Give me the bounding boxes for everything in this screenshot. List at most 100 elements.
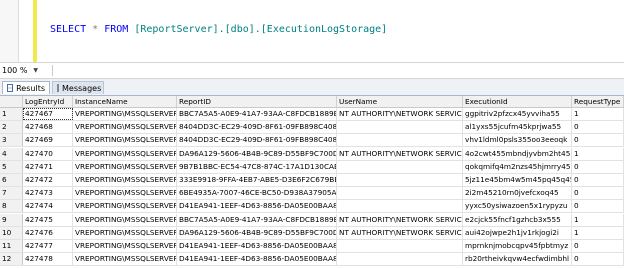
grid-cell-instance-name[interactable]: VREPORTING\MSSQLSERVER — [73, 134, 177, 147]
row-header[interactable]: 8 — [0, 200, 23, 213]
grid-cell-report-id[interactable]: DA96A129-5606-4B4B-9C89-D55BF9C700DA — [177, 147, 337, 160]
grid-cell-user-name[interactable] — [337, 253, 463, 266]
grid-cell-request-type[interactable]: 0 — [572, 240, 624, 252]
grid-cell-report-id[interactable]: BBC7A5A5-A0E9-41A7-93AA-C8FDCB1889E8 — [177, 108, 337, 120]
grid-cell-user-name[interactable]: NT AUTHORITY\NETWORK SERVICE — [337, 108, 463, 120]
grid-cell-request-type[interactable]: 0 — [572, 174, 624, 186]
grid-cell-instance-name[interactable]: VREPORTING\MSSQLSERVER — [73, 253, 177, 266]
grid-cell-instance-name[interactable]: VREPORTING\MSSQLSERVER — [73, 174, 177, 186]
grid-cell-execution-id[interactable]: ggpitriv2pfzcx45yvviha55 — [463, 108, 572, 120]
table-row[interactable]: 10 427476 VREPORTING\MSSQLSERVER DA96A129-5… — [0, 226, 624, 240]
query-editor[interactable]: SELECT * FROM [ReportServer].[dbo].[Exec… — [0, 0, 624, 62]
grid-cell-execution-id[interactable]: rb20rtheivkqvw4ecfwdimbhl — [463, 253, 572, 266]
table-row[interactable]: 5 427471 VREPORTING\MSSQLSERVER 9B7B1BBC-EC… — [0, 160, 624, 174]
grid-cell-report-id[interactable]: D41EA941-1EEF-4D63-8856-DA05E00BAA8C — [177, 253, 337, 266]
grid-cell-request-type[interactable]: 0 — [572, 200, 624, 213]
row-header[interactable]: 6 — [0, 174, 23, 186]
grid-cell-user-name[interactable]: NT AUTHORITY\NETWORK SERVICE — [337, 213, 463, 226]
grid-cell-user-name[interactable] — [337, 174, 463, 186]
grid-cell-instance-name[interactable]: VREPORTING\MSSQLSERVER — [73, 226, 177, 239]
table-row[interactable]: 9 427475 VREPORTING\MSSQLSERVER BBC7A5A5-A0… — [0, 213, 624, 227]
grid-cell-request-type[interactable]: 0 — [572, 253, 624, 266]
grid-cell-execution-id[interactable]: e2cjck55fncf1gzhcb3x555 — [463, 213, 572, 226]
grid-cell-log-entry-id[interactable]: 427470 — [23, 147, 73, 160]
grid-cell-user-name[interactable] — [337, 121, 463, 134]
row-header[interactable]: 12 — [0, 253, 23, 266]
grid-cell-request-type[interactable]: 1 — [572, 108, 624, 120]
grid-cell-execution-id[interactable]: al1yxs55jcufm45kprjwa55 — [463, 121, 572, 134]
grid-cell-user-name[interactable] — [337, 187, 463, 200]
grid-cell-report-id[interactable]: D41EA941-1EEF-4D63-8856-DA05E00BAA8C — [177, 240, 337, 252]
grid-cell-log-entry-id[interactable]: 427467 — [23, 108, 73, 120]
table-row[interactable]: 6 427472 VREPORTING\MSSQLSERVER 333E9918-9F… — [0, 174, 624, 187]
grid-cell-report-id[interactable]: BBC7A5A5-A0E9-41A7-93AA-C8FDCB1889E8 — [177, 213, 337, 226]
grid-cell-log-entry-id[interactable]: 427468 — [23, 121, 73, 134]
row-header[interactable]: 11 — [0, 240, 23, 252]
row-header[interactable]: 2 — [0, 121, 23, 134]
grid-cell-report-id[interactable]: D41EA941-1EEF-4D63-8856-DA05E00BAA8C — [177, 200, 337, 213]
grid-cell-report-id[interactable]: DA96A129-5606-4B4B-9C89-D55BF9C700DA — [177, 226, 337, 239]
grid-cell-user-name[interactable] — [337, 160, 463, 173]
row-header[interactable]: 4 — [0, 147, 23, 160]
grid-cell-instance-name[interactable]: VREPORTING\MSSQLSERVER — [73, 187, 177, 200]
table-row[interactable]: 1 427467 VREPORTING\MSSQLSERVER BBC7A5A5-A0… — [0, 108, 624, 121]
column-header-report-id[interactable]: ReportID — [177, 96, 337, 107]
table-row[interactable]: 2 427468 VREPORTING\MSSQLSERVER 8404DD3C-EC… — [0, 121, 624, 135]
table-row[interactable]: 8 427474 VREPORTING\MSSQLSERVER D41EA941-1E… — [0, 200, 624, 214]
grid-cell-user-name[interactable]: NT AUTHORITY\NETWORK SERVICE — [337, 147, 463, 160]
sql-statement[interactable]: SELECT * FROM [ReportServer].[dbo].[Exec… — [50, 24, 387, 35]
grid-cell-log-entry-id[interactable]: 427475 — [23, 213, 73, 226]
row-header[interactable]: 10 — [0, 226, 23, 239]
grid-cell-instance-name[interactable]: VREPORTING\MSSQLSERVER — [73, 121, 177, 134]
grid-cell-request-type[interactable]: 0 — [572, 187, 624, 200]
grid-cell-execution-id[interactable]: 4o2cwt455mbndjyvbm2ht45 — [463, 147, 572, 160]
grid-cell-execution-id[interactable]: aui42ojwpe2h1jv1rkjogi2i — [463, 226, 572, 239]
zoom-dropdown[interactable]: 100 % ▼ — [2, 65, 38, 75]
column-header-instance-name[interactable]: InstanceName — [73, 96, 177, 107]
grid-cell-log-entry-id[interactable]: 427474 — [23, 200, 73, 213]
grid-cell-instance-name[interactable]: VREPORTING\MSSQLSERVER — [73, 213, 177, 226]
table-row[interactable]: 3 427469 VREPORTING\MSSQLSERVER 8404DD3C-EC… — [0, 134, 624, 148]
grid-cell-user-name[interactable]: NT AUTHORITY\NETWORK SERVICE — [337, 226, 463, 239]
row-header[interactable]: 3 — [0, 134, 23, 147]
tab-messages[interactable]: Messages — [52, 81, 104, 94]
column-header-user-name[interactable]: UserName — [337, 96, 463, 107]
grid-cell-log-entry-id[interactable]: 427473 — [23, 187, 73, 200]
grid-cell-log-entry-id[interactable]: 427472 — [23, 174, 73, 186]
row-header[interactable]: 5 — [0, 160, 23, 173]
column-header-log-entry-id[interactable]: LogEntryId — [23, 96, 73, 107]
grid-cell-execution-id[interactable]: qokqmifq4m2nzs45hjmrry45 — [463, 160, 572, 173]
grid-cell-user-name[interactable] — [337, 200, 463, 213]
grid-cell-execution-id[interactable]: 5jz11e45bm4w5m45pq45q45 — [463, 174, 572, 186]
grid-cell-execution-id[interactable]: 2i2m45210rn0jvefcxoq45 — [463, 187, 572, 200]
grid-cell-instance-name[interactable]: VREPORTING\MSSQLSERVER — [73, 200, 177, 213]
grid-cell-log-entry-id[interactable]: 427476 — [23, 226, 73, 239]
grid-cell-log-entry-id[interactable]: 427477 — [23, 240, 73, 252]
column-header-execution-id[interactable]: ExecutionId — [463, 96, 572, 107]
grid-cell-log-entry-id[interactable]: 427471 — [23, 160, 73, 173]
grid-cell-request-type[interactable]: 0 — [572, 121, 624, 134]
tab-results[interactable]: Results — [2, 81, 50, 94]
table-row[interactable]: 7 427473 VREPORTING\MSSQLSERVER 6BE4935A-70… — [0, 187, 624, 201]
column-header-row-number[interactable] — [0, 96, 23, 107]
row-header[interactable]: 1 — [0, 108, 23, 120]
grid-cell-user-name[interactable] — [337, 134, 463, 147]
grid-cell-request-type[interactable]: 0 — [572, 160, 624, 173]
grid-cell-report-id[interactable]: 9B7B1BBC-EC54-47C8-874C-17A1D130CAB4 — [177, 160, 337, 173]
grid-cell-execution-id[interactable]: mprnknjmobcqpv45fpbtmyz — [463, 240, 572, 252]
grid-cell-execution-id[interactable]: yyxc50ysiwazoen5x1rypyzu — [463, 200, 572, 213]
grid-cell-instance-name[interactable]: VREPORTING\MSSQLSERVER — [73, 160, 177, 173]
grid-cell-request-type[interactable]: 1 — [572, 147, 624, 160]
table-row[interactable]: 12 427478 VREPORTING\MSSQLSERVER D41EA941-1… — [0, 253, 624, 267]
grid-cell-request-type[interactable]: 1 — [572, 213, 624, 226]
chevron-down-icon[interactable]: ▼ — [33, 67, 38, 74]
grid-cell-instance-name[interactable]: VREPORTING\MSSQLSERVER — [73, 147, 177, 160]
grid-cell-report-id[interactable]: 8404DD3C-EC29-409D-8F61-09FB898C4085 — [177, 134, 337, 147]
grid-cell-log-entry-id[interactable]: 427469 — [23, 134, 73, 147]
grid-cell-instance-name[interactable]: VREPORTING\MSSQLSERVER — [73, 108, 177, 120]
grid-cell-request-type[interactable]: 1 — [572, 226, 624, 239]
grid-cell-report-id[interactable]: 6BE4935A-7007-46CE-BC50-D938A37905AB — [177, 187, 337, 200]
row-header[interactable]: 7 — [0, 187, 23, 200]
grid-cell-report-id[interactable]: 8404DD3C-EC29-409D-8F61-09FB898C4085 — [177, 121, 337, 134]
table-row[interactable]: 11 427477 VREPORTING\MSSQLSERVER D41EA941-1… — [0, 240, 624, 253]
